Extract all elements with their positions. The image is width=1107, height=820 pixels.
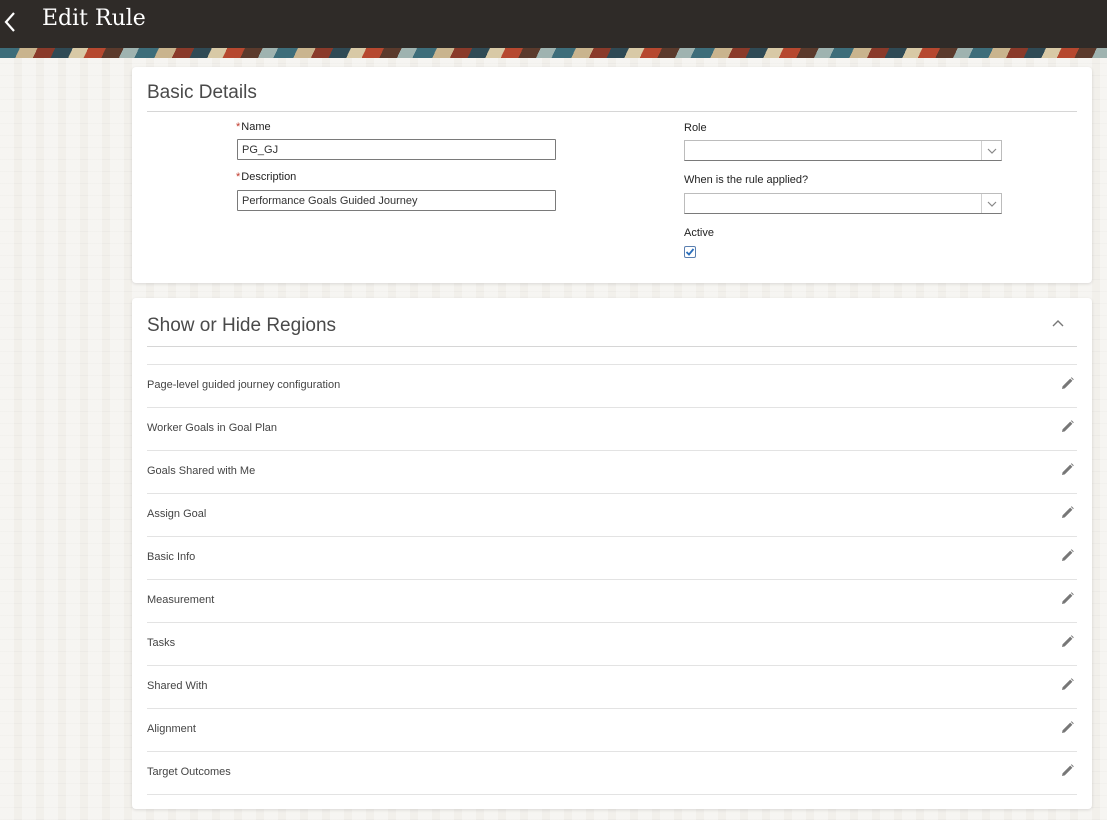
page-title: Edit Rule: [42, 6, 146, 31]
region-label: Measurement: [147, 594, 215, 606]
when-applied-dropdown-button[interactable]: [981, 194, 1001, 213]
required-marker: *: [236, 171, 241, 183]
chevron-up-icon: [1052, 320, 1064, 327]
region-label: Assign Goal: [147, 508, 207, 520]
region-row: Goals Shared with Me: [147, 450, 1077, 493]
name-label-text: Name: [241, 121, 271, 133]
region-label: Tasks: [147, 637, 176, 649]
pencil-icon: [1061, 376, 1074, 389]
region-row: Assign Goal: [147, 493, 1077, 536]
divider: [147, 346, 1077, 347]
edit-region-button[interactable]: [1059, 461, 1075, 477]
section-title-basic-details: Basic Details: [147, 82, 257, 103]
pencil-icon: [1061, 462, 1074, 475]
basic-details-card: Basic Details *Name *Description Role Wh…: [132, 67, 1092, 283]
region-row: Shared With: [147, 665, 1077, 708]
pencil-icon: [1061, 720, 1074, 733]
description-label: *Description: [236, 171, 296, 183]
when-applied-select[interactable]: [684, 193, 1002, 214]
pencil-icon: [1061, 591, 1074, 604]
decorative-banner: [0, 48, 1107, 58]
edit-region-button[interactable]: [1059, 547, 1075, 563]
pencil-icon: [1061, 419, 1074, 432]
edit-region-button[interactable]: [1059, 719, 1075, 735]
pencil-icon: [1061, 548, 1074, 561]
description-input[interactable]: [237, 190, 556, 211]
region-label: Shared With: [147, 680, 208, 692]
role-select[interactable]: [684, 140, 1002, 161]
pencil-icon: [1061, 634, 1074, 647]
edit-region-button[interactable]: [1059, 676, 1075, 692]
region-row: Worker Goals in Goal Plan: [147, 407, 1077, 450]
region-row: Alignment: [147, 708, 1077, 751]
role-dropdown-button[interactable]: [981, 141, 1001, 160]
edit-region-button[interactable]: [1059, 418, 1075, 434]
chevron-down-icon: [987, 148, 996, 154]
collapse-button[interactable]: [1048, 315, 1068, 331]
description-label-text: Description: [241, 171, 297, 183]
edit-region-button[interactable]: [1059, 590, 1075, 606]
app-header: Edit Rule: [0, 0, 1107, 48]
pencil-icon: [1061, 505, 1074, 518]
divider: [147, 794, 1077, 795]
regions-card: Show or Hide Regions Page-level guided j…: [132, 298, 1092, 809]
region-label: Basic Info: [147, 551, 196, 563]
name-label: *Name: [236, 121, 271, 133]
region-row: Measurement: [147, 579, 1077, 622]
required-marker: *: [236, 121, 241, 133]
chevron-down-icon: [987, 201, 996, 207]
region-label: Goals Shared with Me: [147, 465, 256, 477]
pencil-icon: [1061, 763, 1074, 776]
region-label: Alignment: [147, 723, 196, 735]
when-applied-label: When is the rule applied?: [684, 174, 809, 186]
active-label: Active: [684, 227, 714, 239]
region-row: Target Outcomes: [147, 751, 1077, 794]
chevron-left-icon: [4, 12, 15, 32]
edit-region-button[interactable]: [1059, 504, 1075, 520]
checkmark-icon: [685, 248, 695, 256]
edit-region-button[interactable]: [1059, 375, 1075, 391]
divider: [147, 111, 1077, 112]
pencil-icon: [1061, 677, 1074, 690]
region-label: Worker Goals in Goal Plan: [147, 422, 278, 434]
active-checkbox[interactable]: [684, 246, 696, 258]
region-row: Basic Info: [147, 536, 1077, 579]
section-title-regions: Show or Hide Regions: [147, 315, 337, 336]
back-button[interactable]: [0, 8, 20, 36]
edit-region-button[interactable]: [1059, 633, 1075, 649]
region-row: Tasks: [147, 622, 1077, 665]
edit-region-button[interactable]: [1059, 762, 1075, 778]
role-label: Role: [684, 122, 707, 134]
region-label: Target Outcomes: [147, 766, 231, 778]
region-label: Page-level guided journey configuration: [147, 379, 341, 391]
name-input[interactable]: [237, 139, 556, 160]
region-row: Page-level guided journey configuration: [147, 364, 1077, 407]
